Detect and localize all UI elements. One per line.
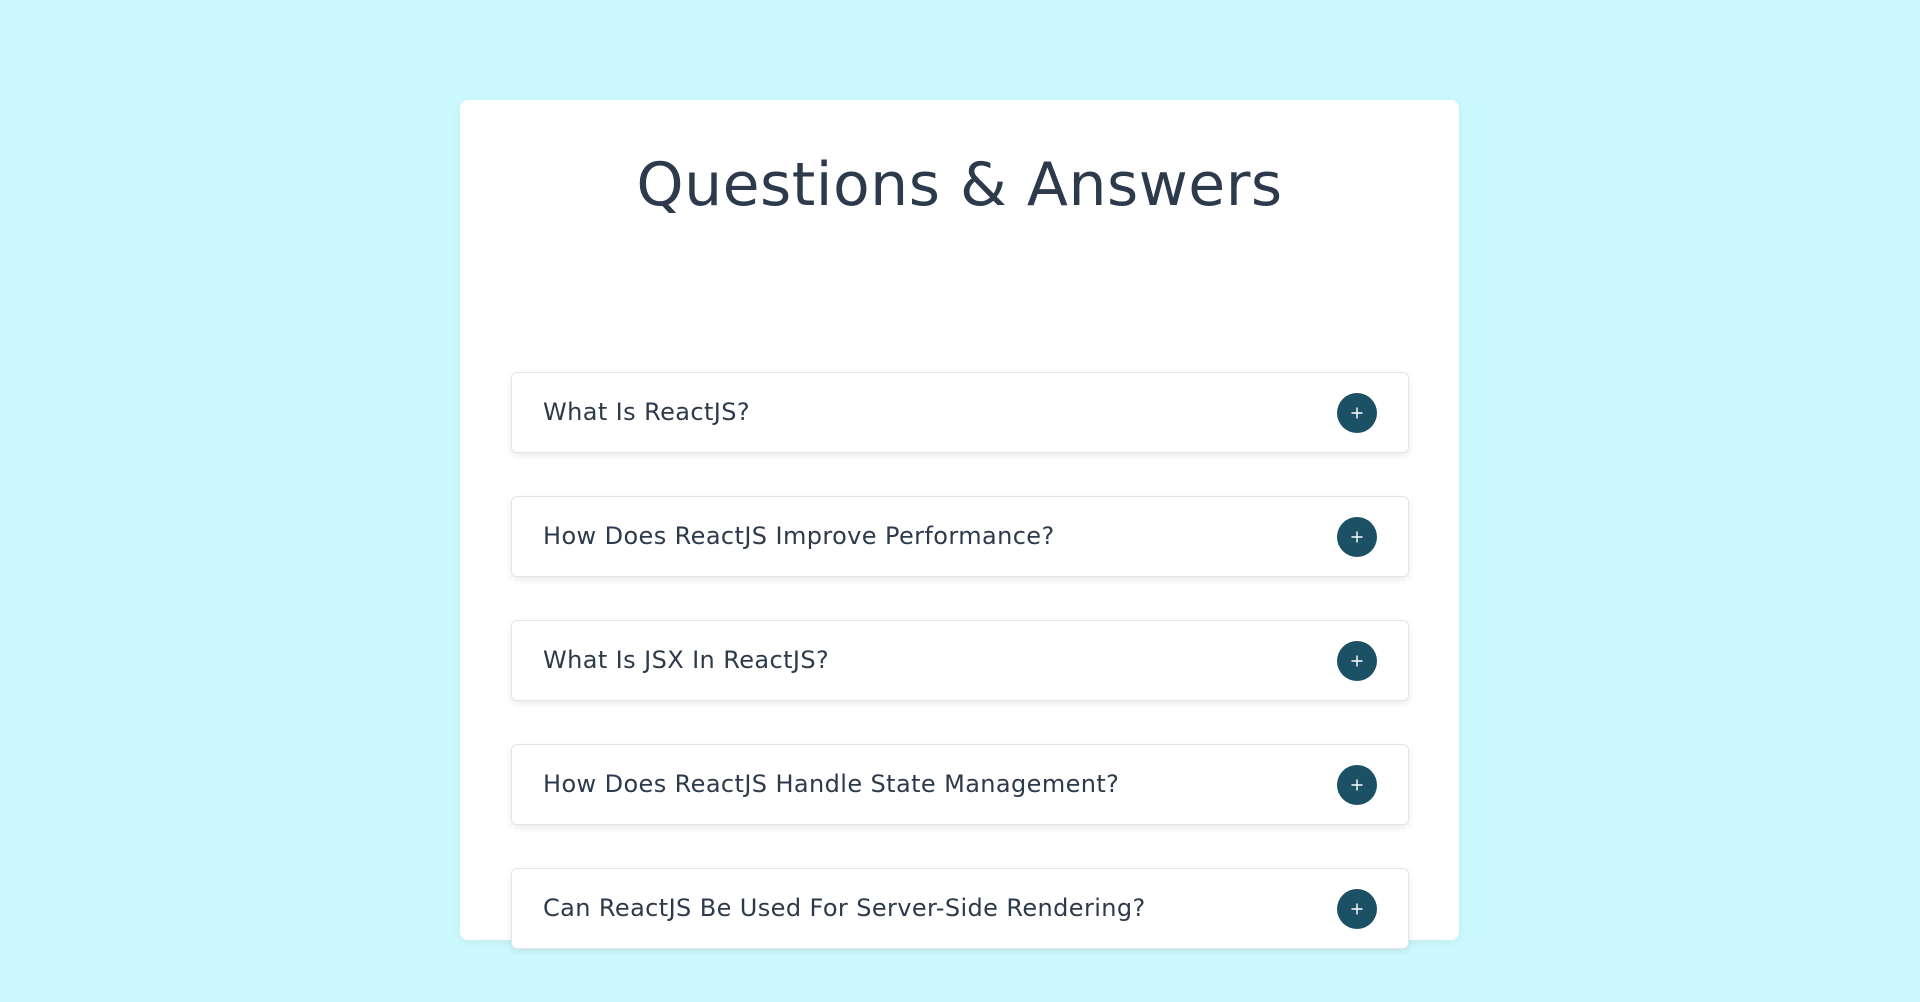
plus-icon <box>1351 655 1363 667</box>
plus-icon <box>1351 531 1363 543</box>
faq-card: Questions & Answers What Is ReactJS? How… <box>460 100 1459 949</box>
faq-question: What Is JSX In ReactJS? <box>543 646 830 674</box>
faq-question: How Does ReactJS Improve Performance? <box>543 522 1055 550</box>
expand-toggle-button[interactable] <box>1337 765 1377 805</box>
expand-toggle-button[interactable] <box>1337 641 1377 681</box>
page-title: Questions & Answers <box>636 150 1283 220</box>
faq-item-jsx-in-reactjs[interactable]: What Is JSX In ReactJS? <box>511 620 1409 701</box>
faq-item-what-is-reactjs[interactable]: What Is ReactJS? <box>511 372 1409 453</box>
plus-icon <box>1351 779 1363 791</box>
faq-question: Can ReactJS Be Used For Server-Side Rend… <box>543 894 1146 922</box>
plus-icon <box>1351 407 1363 419</box>
expand-toggle-button[interactable] <box>1337 889 1377 929</box>
plus-icon <box>1351 903 1363 915</box>
faq-item-server-side-rendering[interactable]: Can ReactJS Be Used For Server-Side Rend… <box>511 868 1409 949</box>
expand-toggle-button[interactable] <box>1337 517 1377 557</box>
faq-item-reactjs-performance[interactable]: How Does ReactJS Improve Performance? <box>511 496 1409 577</box>
faq-question: What Is ReactJS? <box>543 398 751 426</box>
expand-toggle-button[interactable] <box>1337 393 1377 433</box>
faq-list: What Is ReactJS? How Does ReactJS Improv… <box>511 372 1409 992</box>
faq-item-state-management[interactable]: How Does ReactJS Handle State Management… <box>511 744 1409 825</box>
faq-question: How Does ReactJS Handle State Management… <box>543 770 1120 798</box>
